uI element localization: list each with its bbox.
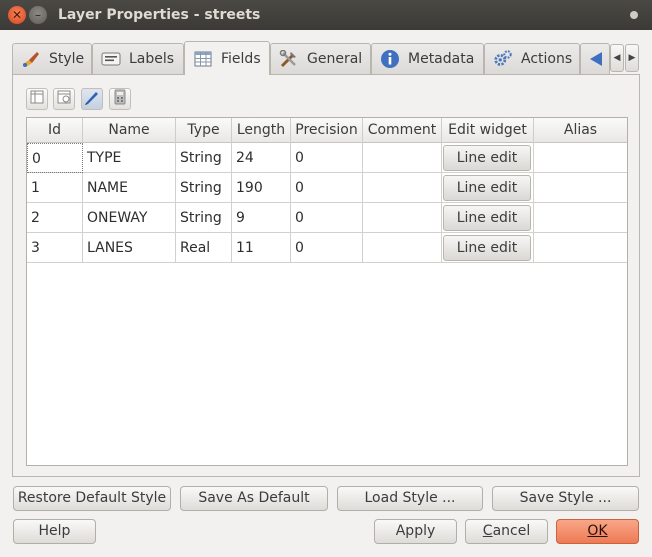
cell-alias[interactable] <box>534 143 627 173</box>
fields-table: Id Name Type Length Precision Comment Ed… <box>26 117 628 466</box>
cell-precision[interactable]: 0 <box>291 233 363 263</box>
table-row[interactable]: 0 TYPE String 24 0 Line edit <box>27 143 627 173</box>
cell-id[interactable]: 0 <box>27 143 83 173</box>
table-row[interactable]: 1 NAME String 190 0 Line edit <box>27 173 627 203</box>
cell-edit-widget: Line edit <box>442 203 534 233</box>
load-style-button[interactable]: Load Style ... <box>337 486 483 511</box>
window-menu-icon[interactable] <box>630 11 638 19</box>
tools-icon <box>279 50 299 68</box>
gears-icon <box>493 50 513 68</box>
delete-column-button[interactable] <box>53 88 75 110</box>
cell-alias[interactable] <box>534 203 627 233</box>
column-header-comment[interactable]: Comment <box>363 118 442 143</box>
cell-comment[interactable] <box>363 203 442 233</box>
cell-comment[interactable] <box>363 233 442 263</box>
tab-actions[interactable]: Actions <box>484 43 580 74</box>
cell-id[interactable]: 1 <box>27 173 83 203</box>
column-header-edit-widget[interactable]: Edit widget <box>442 118 534 143</box>
cell-type[interactable]: String <box>176 173 232 203</box>
fields-panel: Id Name Type Length Precision Comment Ed… <box>12 74 640 477</box>
cell-edit-widget: Line edit <box>442 143 534 173</box>
field-calculator-icon <box>114 89 126 109</box>
column-header-alias[interactable]: Alias <box>534 118 627 143</box>
field-calculator-button[interactable] <box>109 88 131 110</box>
cell-alias[interactable] <box>534 173 627 203</box>
tab-overflow[interactable] <box>580 43 610 74</box>
cell-type[interactable]: String <box>176 203 232 233</box>
cell-precision[interactable]: 0 <box>291 203 363 233</box>
new-column-icon <box>30 90 44 108</box>
cell-name[interactable]: NAME <box>83 173 176 203</box>
tab-metadata-label: Metadata <box>408 51 475 67</box>
tab-general-label: General <box>307 51 363 67</box>
cell-edit-widget: Line edit <box>442 233 534 263</box>
delete-column-icon <box>57 90 71 108</box>
ok-button[interactable]: OK <box>556 519 639 544</box>
cell-comment[interactable] <box>363 173 442 203</box>
minimize-window-button[interactable]: – <box>29 6 47 24</box>
cancel-mnemonic: C <box>482 523 493 539</box>
dialog-body: Style Labels Fields General Metadata Act… <box>0 30 652 557</box>
cell-id[interactable]: 2 <box>27 203 83 233</box>
table-row[interactable]: 3 LANES Real 11 0 Line edit <box>27 233 627 263</box>
column-header-length[interactable]: Length <box>232 118 291 143</box>
close-window-button[interactable]: ✕ <box>8 6 26 24</box>
new-column-button[interactable] <box>26 88 48 110</box>
cell-name[interactable]: ONEWAY <box>83 203 176 233</box>
diagram-icon <box>587 50 607 68</box>
cell-type[interactable]: Real <box>176 233 232 263</box>
toggle-editing-button[interactable] <box>81 88 103 110</box>
save-style-button[interactable]: Save Style ... <box>492 486 639 511</box>
tab-bar: Style Labels Fields General Metadata Act… <box>12 41 640 75</box>
cell-length[interactable]: 24 <box>232 143 291 173</box>
tab-general[interactable]: General <box>270 43 371 74</box>
tab-style-label: Style <box>49 51 85 67</box>
table-icon <box>193 50 213 68</box>
cancel-label: ancel <box>492 523 531 539</box>
labels-icon <box>101 50 121 68</box>
tab-fields-label: Fields <box>221 50 261 67</box>
title-bar: ✕ – Layer Properties - streets <box>0 0 652 30</box>
cell-length[interactable]: 190 <box>232 173 291 203</box>
apply-button[interactable]: Apply <box>374 519 457 544</box>
cell-length[interactable]: 11 <box>232 233 291 263</box>
tab-fields[interactable]: Fields <box>184 41 270 75</box>
tab-metadata[interactable]: Metadata <box>371 43 484 74</box>
tab-actions-label: Actions <box>521 51 573 67</box>
cancel-button[interactable]: Cancel <box>465 519 548 544</box>
ok-label: OK <box>587 523 608 539</box>
edit-widget-button[interactable]: Line edit <box>443 235 531 261</box>
cell-precision[interactable]: 0 <box>291 173 363 203</box>
cell-type[interactable]: String <box>176 143 232 173</box>
edit-widget-button[interactable]: Line edit <box>443 175 531 201</box>
restore-default-style-button[interactable]: Restore Default Style <box>13 486 171 511</box>
save-as-default-button[interactable]: Save As Default <box>180 486 328 511</box>
brush-icon <box>21 50 41 68</box>
cell-name[interactable]: LANES <box>83 233 176 263</box>
tab-labels[interactable]: Labels <box>92 43 184 74</box>
edit-widget-button[interactable]: Line edit <box>443 205 531 231</box>
tab-scroll-right-button[interactable]: ▶ <box>625 44 639 72</box>
cell-comment[interactable] <box>363 143 442 173</box>
edit-mode-icon <box>84 89 100 109</box>
cell-precision[interactable]: 0 <box>291 143 363 173</box>
cell-edit-widget: Line edit <box>442 173 534 203</box>
table-header: Id Name Type Length Precision Comment Ed… <box>27 118 627 143</box>
table-row[interactable]: 2 ONEWAY String 9 0 Line edit <box>27 203 627 233</box>
cell-id[interactable]: 3 <box>27 233 83 263</box>
column-header-name[interactable]: Name <box>83 118 176 143</box>
tab-labels-label: Labels <box>129 51 175 67</box>
window-title: Layer Properties - streets <box>58 7 261 23</box>
tab-scroll-left-button[interactable]: ◀ <box>610 44 624 72</box>
edit-widget-button[interactable]: Line edit <box>443 145 531 171</box>
help-button[interactable]: Help <box>13 519 96 544</box>
info-icon <box>380 50 400 68</box>
tab-style[interactable]: Style <box>12 43 92 74</box>
column-header-id[interactable]: Id <box>27 118 83 143</box>
cell-length[interactable]: 9 <box>232 203 291 233</box>
cell-name[interactable]: TYPE <box>83 143 176 173</box>
column-header-precision[interactable]: Precision <box>291 118 363 143</box>
column-header-type[interactable]: Type <box>176 118 232 143</box>
cell-alias[interactable] <box>534 233 627 263</box>
